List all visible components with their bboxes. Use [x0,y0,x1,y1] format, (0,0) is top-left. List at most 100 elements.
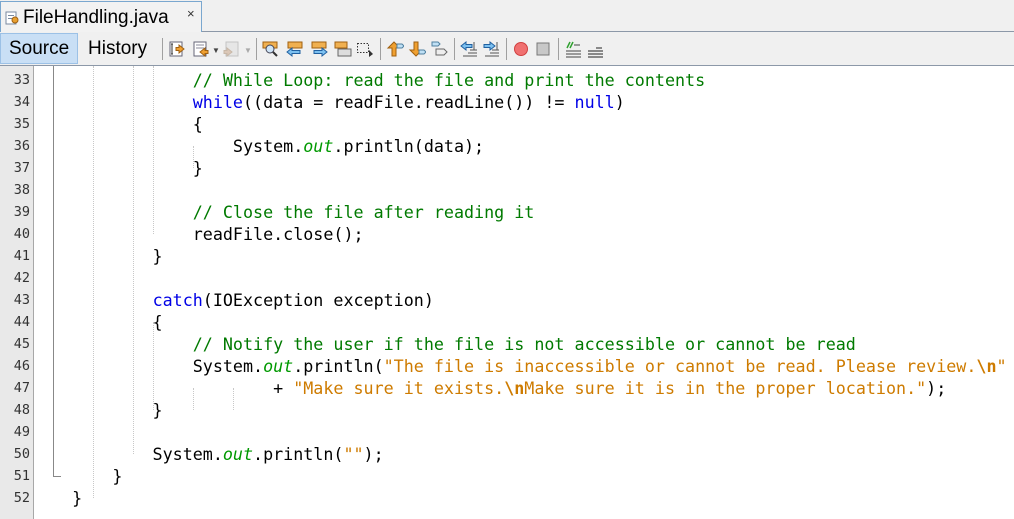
code-token: \n [504,378,525,398]
shift-right-icon[interactable] [482,40,500,58]
line-number: 52 [13,490,30,506]
tab-history[interactable]: History [80,33,155,64]
code-token: } [32,488,83,508]
comment-icon[interactable] [564,40,582,58]
code-line[interactable]: { [32,113,203,135]
code-line[interactable]: } [32,157,203,179]
code-token: " [996,356,1007,376]
back-icon[interactable] [192,40,210,58]
code-token: } [32,400,163,420]
code-token: "The file is inaccessible or cannot be r… [383,356,977,376]
line-number: 34 [13,94,30,110]
line-number: 39 [13,204,30,220]
line-number: 44 [13,314,30,330]
next-bookmark-icon[interactable] [408,40,426,58]
forward-icon[interactable] [222,40,240,58]
line-number: 43 [13,292,30,308]
toolbar-separator [558,38,559,60]
code-token: ); [363,444,384,464]
code-line[interactable]: catch(IOException exception) [32,289,434,311]
code-line[interactable]: { [32,311,163,333]
previous-bookmark-icon[interactable] [386,40,404,58]
code-line[interactable]: while((data = readFile.readLine()) != nu… [32,91,625,113]
last-edit-icon[interactable] [168,40,186,58]
code-token: Make sure it is in the proper location." [524,378,927,398]
shift-left-icon[interactable] [460,40,478,58]
code-token: } [32,158,203,178]
code-line[interactable]: System.out.println(""); [32,443,384,465]
code-token: { [32,312,163,332]
java-file-icon [5,11,19,25]
line-number: 36 [13,138,30,154]
toggle-bookmark-icon[interactable] [430,40,448,58]
code-line[interactable]: readFile.close(); [32,223,364,245]
code-line[interactable]: // Close the file after reading it [32,201,535,223]
line-number: 49 [13,424,30,440]
code-token: catch [152,290,203,310]
file-tab[interactable]: FileHandling.java × [0,1,202,33]
toggle-rect-select-icon[interactable] [356,40,374,58]
code-token: ); [926,378,947,398]
code-line[interactable]: + "Make sure it exists.\nMake sure it is… [32,377,946,399]
code-token: readFile.close(); [32,224,364,244]
line-number: 46 [13,358,30,374]
close-tab-icon[interactable]: × [187,6,195,21]
code-token: .println( [293,356,384,376]
code-token: } [32,466,123,486]
line-number: 33 [13,72,30,88]
line-number: 35 [13,116,30,132]
code-line[interactable]: System.out.println("The file is inaccess… [32,355,1007,377]
code-line[interactable]: } [32,465,122,487]
code-line[interactable]: } [32,399,163,421]
code-token: ((data = readFile.readLine()) != [242,92,575,112]
line-number: 50 [13,446,30,462]
line-number: 37 [13,160,30,176]
code-token: \n [976,356,997,376]
code-token: } [32,246,163,266]
toolbar-separator [162,38,163,60]
code-token: // While Loop: read the file and print t… [32,70,706,90]
code-editor[interactable]: 33 34 35 36 37 38 39 40 41 42 43 44 45 46 47 48 49 50 51 52… [0,66,1014,519]
code-token: System. [32,444,223,464]
forward-dropdown-icon[interactable]: ▼ [244,46,252,55]
code-token: System. [32,356,264,376]
file-tab-name: FileHandling.java [23,6,169,28]
line-number-gutter: 33 34 35 36 37 38 39 40 41 42 43 44 45 46 47 48 49 50 51 52 [0,66,34,519]
stop-macro-icon[interactable] [534,40,552,58]
code-token: "" [343,444,364,464]
uncomment-icon[interactable] [586,40,604,58]
find-next-icon[interactable] [310,40,328,58]
code-line[interactable]: System.out.println(data); [32,135,484,157]
code-token: out [222,444,254,464]
code-token: out [303,136,334,156]
code-token: "Make sure it exists. [293,378,505,398]
code-token: + [32,378,294,398]
code-token: out [263,356,294,376]
line-number: 51 [13,468,30,484]
editor-toolbar: Source History ▼ ▼ [0,32,1014,66]
line-number: 45 [13,336,30,352]
code-line[interactable]: // While Loop: read the file and print t… [32,69,705,91]
code-token: .println( [253,444,344,464]
find-icon[interactable] [262,40,280,58]
find-previous-icon[interactable] [286,40,304,58]
code-line[interactable]: } [32,245,163,267]
line-number: 38 [13,182,30,198]
back-dropdown-icon[interactable]: ▼ [212,46,220,55]
start-macro-icon[interactable] [512,40,530,58]
code-token: // Close the file after reading it [32,202,535,222]
line-number: 48 [13,402,30,418]
toolbar-separator [256,38,257,60]
code-token: { [32,114,203,134]
tab-source[interactable]: Source [0,33,78,64]
code-token: ) [614,92,625,112]
line-number: 47 [13,380,30,396]
editor-tab-bar: FileHandling.java × [0,0,1014,33]
code-line[interactable]: } [32,487,82,509]
code-token: (IOException exception) [202,290,434,310]
toggle-highlight-icon[interactable] [334,40,352,58]
code-token: .println(data); [333,136,485,156]
code-line[interactable]: // Notify the user if the file is not ac… [32,333,856,355]
